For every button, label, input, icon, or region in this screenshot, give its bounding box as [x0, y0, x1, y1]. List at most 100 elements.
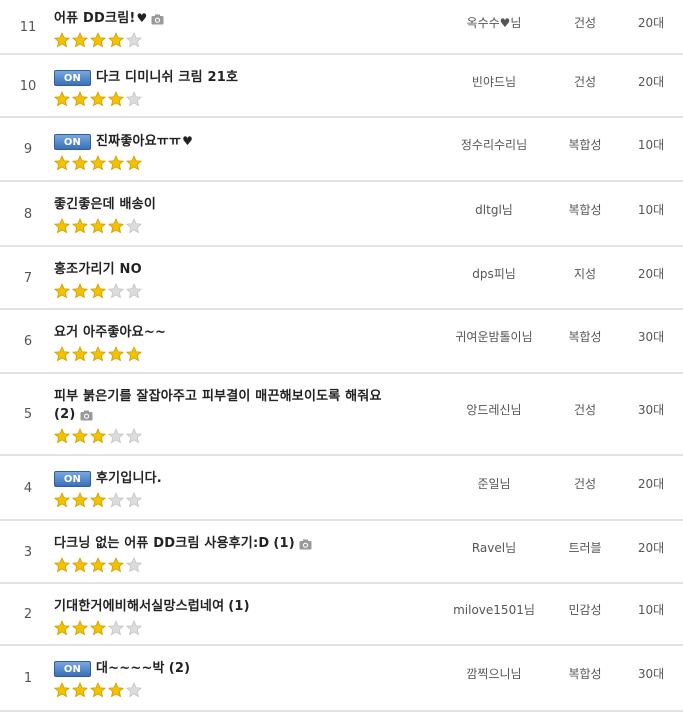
review-number: 10	[19, 79, 37, 94]
skin-type: 트러블	[568, 541, 602, 555]
review-title-text[interactable]: 대~~~~박	[96, 661, 165, 676]
star-filled-icon	[89, 492, 107, 508]
review-row: 3 다크닝 없는 어퓨 DD크림 사용후기:D (1) Ravel님 트러블 20대	[0, 521, 683, 584]
star-filled-icon	[107, 218, 125, 234]
star-empty-icon	[107, 283, 125, 299]
review-number: 5	[23, 407, 33, 422]
review-title-link[interactable]: ON 후기입니다.	[54, 470, 439, 488]
review-number: 3	[23, 545, 33, 560]
star-filled-icon	[89, 91, 107, 107]
camera-icon	[80, 409, 93, 421]
review-title-text[interactable]: 다크 디미니쉬 크림 21호	[96, 70, 238, 85]
star-rating	[53, 620, 439, 638]
review-title-text[interactable]: 기대한거에비해서실망스럽네여	[54, 599, 224, 614]
star-rating	[53, 32, 439, 50]
skin-type: 복합성	[568, 667, 602, 681]
review-row: 5 피부 붉은기를 잘잡아주고 피부결이 매끈해보이도록 해줘요 (2) 앙드레신님 건…	[0, 374, 683, 456]
review-title-cell: ON 대~~~~박 (2)	[53, 660, 439, 700]
age-group: 20대	[637, 477, 665, 491]
star-empty-icon	[107, 428, 125, 444]
review-title-text[interactable]: 좋긴좋은데 배송이	[54, 197, 156, 212]
review-number: 2	[23, 607, 33, 622]
review-title-text[interactable]: 다크닝 없는 어퓨 DD크림 사용후기:D	[54, 536, 269, 551]
star-filled-icon	[107, 557, 125, 573]
review-row: 4 ON 후기입니다. 준일님 건성 20대	[0, 456, 683, 521]
heart-icon: ♥	[182, 134, 194, 148]
review-title-link[interactable]: ON 대~~~~박 (2)	[54, 660, 439, 678]
star-rating	[53, 682, 439, 700]
star-filled-icon	[125, 155, 143, 171]
review-title-link[interactable]: 홍조가리기 NO	[54, 261, 439, 279]
review-row: 7 홍조가리기 NO dps피님 지성 20대	[0, 247, 683, 310]
review-number: 7	[23, 271, 33, 286]
skin-type: 건성	[573, 477, 597, 491]
star-filled-icon	[89, 283, 107, 299]
star-rating	[53, 557, 439, 575]
star-filled-icon	[89, 218, 107, 234]
star-filled-icon	[107, 155, 125, 171]
age-group: 20대	[637, 541, 665, 555]
star-empty-icon	[125, 492, 143, 508]
review-number: 4	[23, 481, 33, 496]
author-name: 귀여운밤톨이님	[455, 330, 533, 344]
star-filled-icon	[53, 492, 71, 508]
comment-count: (2)	[54, 407, 76, 422]
review-number: 6	[23, 334, 33, 349]
review-title-link[interactable]: ON 진짜좋아요ㅠㅠ♥	[54, 132, 439, 151]
review-title-link[interactable]: ON 다크 디미니쉬 크림 21호	[54, 69, 439, 87]
star-empty-icon	[125, 620, 143, 636]
star-filled-icon	[71, 346, 89, 362]
review-number: 8	[23, 207, 33, 222]
review-number: 9	[23, 142, 33, 157]
review-title-cell: ON 다크 디미니쉬 크림 21호	[53, 69, 439, 109]
star-empty-icon	[107, 620, 125, 636]
review-title-text[interactable]: 어퓨 DD크림!	[54, 11, 135, 26]
star-filled-icon	[125, 346, 143, 362]
star-rating	[53, 218, 439, 236]
comment-count: (1)	[228, 599, 250, 614]
review-title-link[interactable]: 요거 아주좋아요~~	[54, 324, 439, 342]
star-filled-icon	[53, 283, 71, 299]
star-empty-icon	[107, 492, 125, 508]
on-badge: ON	[54, 660, 91, 677]
review-title-text[interactable]: 홍조가리기 NO	[54, 262, 142, 277]
star-filled-icon	[107, 32, 125, 48]
review-number: 1	[23, 671, 33, 686]
review-row: 1 ON 대~~~~박 (2) 깜찍으니님 복합성 30대	[0, 646, 683, 712]
star-rating	[53, 428, 439, 446]
review-title-text[interactable]: 후기입니다.	[96, 471, 162, 486]
star-filled-icon	[71, 492, 89, 508]
review-title-link[interactable]: 피부 붉은기를 잘잡아주고 피부결이 매끈해보이도록 해줘요 (2)	[54, 388, 439, 424]
heart-icon: ♥	[136, 11, 148, 25]
review-title-link[interactable]: 좋긴좋은데 배송이	[54, 196, 439, 214]
on-badge: ON	[54, 69, 91, 86]
author-name: 빈야드님	[471, 75, 517, 89]
star-filled-icon	[71, 91, 89, 107]
star-filled-icon	[71, 32, 89, 48]
review-title-cell: ON 후기입니다.	[53, 470, 439, 510]
review-row: 9 ON 진짜좋아요ㅠㅠ♥ 정수리수리님 복합성 10대	[0, 118, 683, 182]
star-filled-icon	[53, 346, 71, 362]
review-number: 11	[19, 20, 37, 35]
review-row: 2 기대한거에비해서실망스럽네여 (1) milove1501님 민감성 10대	[0, 584, 683, 646]
review-title-link[interactable]: 기대한거에비해서실망스럽네여 (1)	[54, 598, 439, 616]
review-title-text[interactable]: 요거 아주좋아요~~	[54, 325, 166, 340]
star-empty-icon	[125, 91, 143, 107]
review-row: 11 어퓨 DD크림!♥ 옥수수♥님 건성 20대	[0, 0, 683, 55]
skin-type: 복합성	[568, 138, 602, 152]
review-list: 11 어퓨 DD크림!♥ 옥수수♥님 건성 20대 10 ON 다크 디미니쉬 크림 21호 빈…	[0, 0, 683, 712]
review-title-text[interactable]: 진짜좋아요ㅠㅠ	[96, 134, 181, 149]
review-title-link[interactable]: 다크닝 없는 어퓨 DD크림 사용후기:D (1)	[54, 535, 439, 553]
star-filled-icon	[53, 557, 71, 573]
star-filled-icon	[89, 346, 107, 362]
review-row: 6 요거 아주좋아요~~ 귀여운밤톨이님 복합성 30대	[0, 310, 683, 374]
star-filled-icon	[71, 620, 89, 636]
star-empty-icon	[125, 557, 143, 573]
review-title-cell: ON 진짜좋아요ㅠㅠ♥	[53, 132, 439, 173]
star-filled-icon	[89, 155, 107, 171]
on-badge: ON	[54, 470, 91, 487]
review-title-link[interactable]: 어퓨 DD크림!♥	[54, 9, 439, 28]
star-filled-icon	[53, 32, 71, 48]
author-name: 앙드레신님	[466, 403, 522, 417]
review-title-text[interactable]: 피부 붉은기를 잘잡아주고 피부결이 매끈해보이도록 해줘요	[54, 389, 382, 404]
